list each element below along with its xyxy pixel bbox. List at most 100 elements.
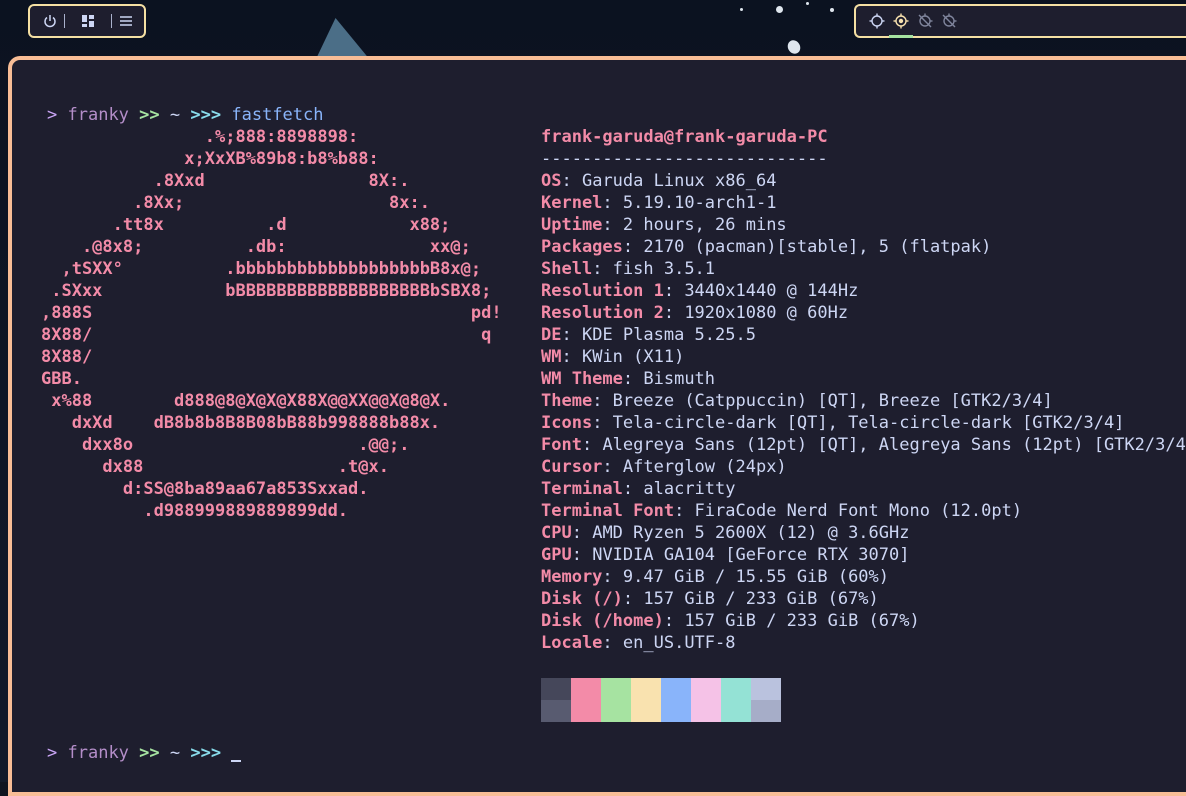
ascii-logo-line: ,888S pd! [41,303,502,323]
text-cursor [231,760,242,762]
info-colon: : [571,545,593,565]
user-host-header: frank-garuda@frank-garuda-PC [541,127,828,147]
desktop-empty-icon [869,13,885,29]
palette-swatch [571,678,601,700]
info-colon: : [602,633,623,653]
info-key: Kernel [541,193,603,213]
menu-button[interactable] [112,7,140,35]
info-key: Resolution 2 [541,303,664,323]
info-key: Font [541,435,582,455]
palette-swatch [721,678,751,700]
ascii-logo-line: x%88 d888@8@X@X@X88X@@XX@@X@8@X. [41,391,451,411]
prompt-arrow: > [47,743,58,763]
prompt-chevron-triple: >>> [190,105,222,125]
palette-swatch [541,700,571,722]
prompt-user: franky [67,743,129,763]
info-row: Theme: Breeze (Catppuccin) [QT], Breeze … [541,390,1053,412]
app-grid-icon [82,15,94,27]
info-key: Terminal [541,479,623,499]
info-colon: : [581,435,603,455]
info-key: Resolution 1 [541,281,664,301]
info-row: Disk (/): 157 GiB / 233 GiB (67%) [541,588,879,610]
palette-swatch [631,678,661,700]
ascii-logo-line: .8Xx; 8x:. [41,193,430,213]
info-row: Font: Alegreya Sans (12pt) [QT], Alegrey… [541,434,1186,456]
info-colon: : [663,611,685,631]
palette-swatch [661,678,691,700]
ascii-logo-line: dxXd dB8b8b8B8B08bB88b998888b88x. [41,413,441,433]
info-key: Disk (/home) [541,611,664,631]
info-value: 5.19.10-arch1-1 [622,193,777,213]
ascii-logo-line: .d988999889889899dd. [41,501,349,521]
info-row: Disk (/home): 157 GiB / 233 GiB (67%) [541,610,920,632]
panel-separator [111,14,112,28]
menu-lines-icon [120,16,132,26]
prompt-directory: ~ [169,743,181,763]
info-value: 2 hours, 26 mins [622,215,787,235]
desktop-3-button[interactable] [914,6,936,36]
prompt-line: > franky >> ~ >>> fastfetch [47,104,324,126]
prompt-directory: ~ [169,105,181,125]
info-value: Bismuth [643,369,716,389]
wallpaper-dot [785,37,803,57]
palette-swatch [691,700,721,722]
info-key: Shell [541,259,593,279]
info-row: OS: Garuda Linux x86_64 [541,170,776,192]
ascii-logo-line: .tt8x .d x88; [41,215,451,235]
ascii-logo-line: x;XxXB%89b8:b8%b88: [41,149,379,169]
info-value: 3440x1440 @ 144Hz [684,281,859,301]
palette-swatch [691,678,721,700]
info-row: Terminal Font: FiraCode Nerd Font Mono (… [541,500,1022,522]
info-key: Terminal Font [541,501,675,521]
info-value: fish 3.5.1 [612,259,716,279]
wallpaper-dot [830,8,834,12]
wallpaper-dot [806,2,809,5]
prompt-arrow: > [47,105,58,125]
desktop-2-button[interactable] [889,6,913,38]
terminal-window[interactable]: > franky >> ~ >>> fastfetch .%;888:88988… [8,56,1186,796]
prompt-chevron-triple: >>> [190,743,222,763]
power-icon [44,15,56,28]
ascii-logo-line: 8X88/ q [41,325,492,345]
ascii-logo-line: .8Xxd 8X:. [41,171,410,191]
prompt-line[interactable]: > franky >> ~ >>> [47,742,242,764]
info-key: Locale [541,633,603,653]
power-button[interactable] [36,7,64,35]
info-value: KWin (X11) [581,347,685,367]
palette-swatch [601,700,631,722]
desktop-1-button[interactable] [866,6,888,36]
info-colon: : [592,391,613,411]
info-value: Alegreya Sans (12pt) [QT], Alegreya Sans… [602,435,1186,455]
info-row: Cursor: Afterglow (24px) [541,456,787,478]
info-colon: : [561,171,582,191]
entered-command: fastfetch [231,105,324,125]
info-value: 2170 (pacman)[stable], 5 (flatpak) [643,237,992,257]
info-colon: : [622,589,644,609]
info-value: 1920x1080 @ 60Hz [684,303,849,323]
wallpaper-shard [316,18,376,58]
info-row: DE: KDE Plasma 5.25.5 [541,324,756,346]
info-colon: : [663,303,685,323]
prompt-chevron: >> [139,743,160,763]
desktop-disabled-icon [918,13,933,28]
info-key: WM Theme [541,369,623,389]
app-grid-button[interactable] [65,7,111,35]
ascii-logo-line: .@8x8; .db: xx@; [41,237,471,257]
info-colon: : [602,193,623,213]
info-value: Garuda Linux x86_64 [581,171,777,191]
palette-swatch [631,700,661,722]
ascii-logo-line: .SXxx bBBBBBBBBBBBBBBBBBBBbSBX8; [41,281,492,301]
info-value: alacritty [643,479,736,499]
palette-swatch [721,700,751,722]
info-row: CPU: AMD Ryzen 5 2600X (12) @ 3.6GHz [541,522,909,544]
info-row: WM Theme: Bismuth [541,368,715,390]
info-key: Theme [541,391,593,411]
info-colon: : [571,523,593,543]
info-colon: : [622,479,644,499]
info-colon: : [602,567,623,587]
ascii-logo-line: dx88 .t@x. [41,457,389,477]
info-colon: : [622,237,644,257]
desktop-4-button[interactable] [938,6,960,36]
info-row: Kernel: 5.19.10-arch1-1 [541,192,776,214]
wallpaper-dot [776,6,783,13]
